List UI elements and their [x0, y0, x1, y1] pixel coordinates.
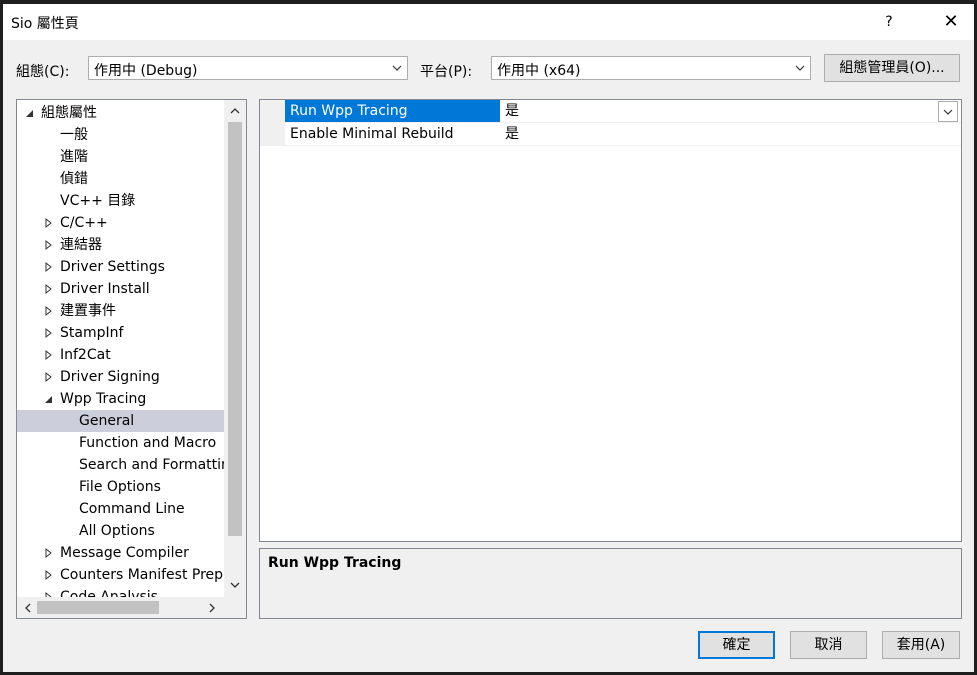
tree-item[interactable]: Message Compiler: [17, 542, 224, 564]
configuration-value: 作用中 (Debug): [94, 63, 198, 79]
help-button[interactable]: ?: [875, 4, 903, 40]
grid-row-enable-minimal-rebuild[interactable]: Enable Minimal Rebuild 是: [260, 123, 961, 146]
tree-item[interactable]: Wpp Tracing: [17, 388, 224, 410]
collapsed-triangle-icon[interactable]: [44, 300, 54, 322]
grid-row-value[interactable]: 是: [500, 100, 519, 122]
expanded-triangle-icon[interactable]: [44, 388, 54, 410]
configuration-label: 組態(C):: [16, 64, 70, 80]
collapsed-triangle-icon[interactable]: [44, 256, 54, 278]
tree-item[interactable]: Inf2Cat: [17, 344, 224, 366]
scroll-down-icon[interactable]: [228, 578, 242, 592]
collapsed-triangle-icon[interactable]: [44, 564, 54, 586]
tree-item-label: Function and Macro: [79, 435, 217, 451]
expanded-triangle-icon[interactable]: [25, 102, 35, 124]
tree-item-label: Driver Settings: [60, 259, 165, 275]
configuration-dropdown[interactable]: 作用中 (Debug): [88, 56, 408, 80]
tree-item[interactable]: 組態屬性: [17, 102, 224, 124]
close-button[interactable]: ✕: [931, 4, 971, 40]
title-bar: Sio 屬性頁 ? ✕: [3, 4, 974, 40]
tree-item-label: Command Line: [79, 501, 185, 517]
tree-item-label: Message Compiler: [60, 545, 189, 561]
collapsed-triangle-icon[interactable]: [44, 542, 54, 564]
tree-item-label: Wpp Tracing: [60, 391, 147, 407]
tree-item[interactable]: 偵錯: [17, 168, 224, 190]
window-title: Sio 屬性頁: [11, 16, 79, 32]
platform-label: 平台(P):: [420, 64, 473, 80]
tree-item[interactable]: Counters Manifest Preprocessor: [17, 564, 246, 586]
collapsed-triangle-icon[interactable]: [44, 366, 54, 388]
scroll-up-icon[interactable]: [228, 104, 242, 118]
tree-item-label: C/C++: [60, 215, 108, 231]
tree-item-label: 組態屬性: [41, 105, 97, 121]
tree-horizontal-scrollbar[interactable]: [17, 597, 246, 618]
tree-item[interactable]: 建置事件: [17, 300, 224, 322]
tree-item-label: All Options: [79, 523, 155, 539]
grid-row-margin: [260, 100, 285, 123]
collapsed-triangle-icon[interactable]: [44, 234, 54, 256]
tree-item[interactable]: Driver Install: [17, 278, 224, 300]
tree-item[interactable]: Search and Formatting: [17, 454, 239, 476]
tree-item[interactable]: Function and Macro: [17, 432, 224, 454]
tree-item[interactable]: All Options: [17, 520, 224, 542]
property-pages-dialog: Sio 屬性頁 ? ✕ 組態(C): 作用中 (Debug) 平台(P): 作用…: [3, 4, 974, 672]
chevron-down-icon: [943, 109, 953, 115]
scroll-right-icon[interactable]: [205, 601, 219, 615]
tree-item[interactable]: File Options: [17, 476, 224, 498]
tree-item-label: 建置事件: [60, 303, 116, 319]
configuration-manager-button[interactable]: 組態管理員(O)...: [824, 54, 960, 82]
tree-item-label: 連結器: [60, 237, 102, 253]
chevron-down-icon: [392, 65, 402, 71]
tree-item[interactable]: Driver Signing: [17, 366, 224, 388]
tree-item-label: 進階: [60, 149, 88, 165]
description-panel: Run Wpp Tracing: [259, 548, 962, 619]
collapsed-triangle-icon[interactable]: [44, 322, 54, 344]
tree-vertical-scroll-thumb[interactable]: [228, 122, 242, 536]
tree-item[interactable]: 一般: [17, 124, 224, 146]
ok-button[interactable]: 確定: [698, 631, 775, 659]
tree-item-label: VC++ 目錄: [60, 193, 136, 209]
collapsed-triangle-icon[interactable]: [44, 212, 54, 234]
apply-button[interactable]: 套用(A): [882, 631, 960, 659]
tree-item-label: Inf2Cat: [60, 347, 111, 363]
tree-item-label: StampInf: [60, 325, 124, 341]
tree-item[interactable]: 連結器: [17, 234, 224, 256]
tree-item[interactable]: Driver Settings: [17, 256, 224, 278]
collapsed-triangle-icon[interactable]: [44, 278, 54, 300]
tree-item-label: Driver Signing: [60, 369, 160, 385]
collapsed-triangle-icon[interactable]: [44, 344, 54, 366]
property-grid: Run Wpp Tracing 是 Enable Minimal Rebuild…: [259, 99, 962, 542]
grid-row-name[interactable]: Enable Minimal Rebuild: [285, 123, 500, 145]
platform-dropdown[interactable]: 作用中 (x64): [491, 56, 811, 80]
grid-row-margin: [260, 123, 285, 146]
grid-row-name[interactable]: Run Wpp Tracing: [285, 100, 500, 122]
tree-item-label: Search and Formatting: [79, 457, 239, 473]
value-dropdown-button[interactable]: [938, 101, 958, 122]
cancel-button[interactable]: 取消: [790, 631, 867, 659]
tree-item-label: General: [79, 413, 135, 429]
tree-item-label: 一般: [60, 127, 88, 143]
description-title: Run Wpp Tracing: [268, 555, 402, 571]
tree-item[interactable]: General: [17, 410, 224, 432]
tree-item-label: Counters Manifest Preprocessor: [60, 567, 246, 583]
property-tree[interactable]: 組態屬性一般進階偵錯 VC++ 目錄 C/C++ 連結器 Driver Settings…: [16, 99, 247, 619]
platform-value: 作用中 (x64): [497, 63, 581, 79]
grid-row-separator: [285, 145, 961, 146]
tree-horizontal-scroll-thumb[interactable]: [37, 601, 159, 614]
tree-item-label: 偵錯: [60, 171, 88, 187]
tree-item-label: File Options: [79, 479, 161, 495]
tree-item[interactable]: C/C++: [17, 212, 224, 234]
chevron-down-icon: [795, 65, 805, 71]
grid-row-value[interactable]: 是: [500, 123, 519, 145]
scroll-left-icon[interactable]: [21, 601, 35, 615]
tree-item[interactable]: 進階: [17, 146, 224, 168]
tree-item[interactable]: Command Line: [17, 498, 224, 520]
tree-item[interactable]: StampInf: [17, 322, 224, 344]
tree-item[interactable]: VC++ 目錄: [17, 190, 224, 212]
tree-vertical-scrollbar[interactable]: [224, 100, 246, 597]
tree-item-label: Driver Install: [60, 281, 150, 297]
grid-row-run-wpp-tracing[interactable]: Run Wpp Tracing 是: [260, 100, 961, 123]
